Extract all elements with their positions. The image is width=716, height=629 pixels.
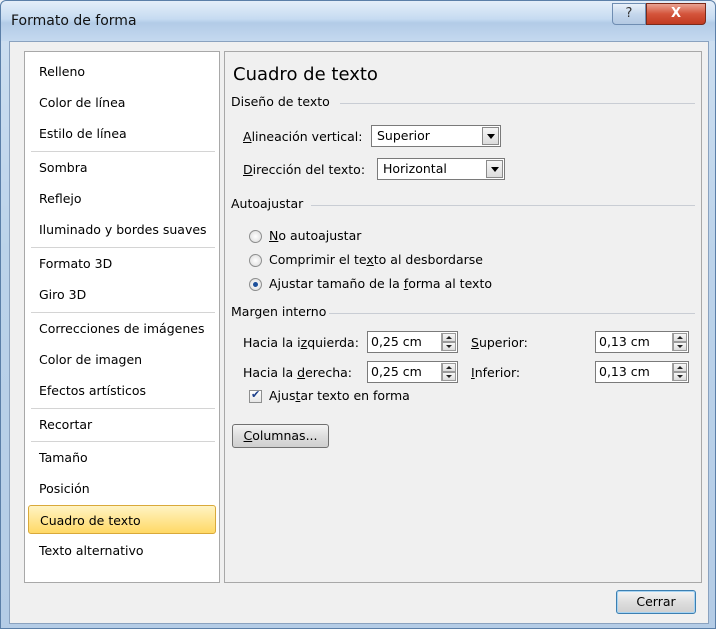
margin-top-label: Superior: (471, 335, 528, 350)
group-divider (329, 313, 695, 314)
chevron-down-icon[interactable] (482, 127, 499, 145)
nav-item-relleno[interactable]: Relleno (28, 57, 216, 86)
nav-item-recortar[interactable]: Recortar (28, 410, 216, 439)
margin-left-label: Hacia la izquierda: (243, 335, 359, 350)
radio-resize-shape[interactable] (249, 278, 262, 291)
radio-no-autofit[interactable] (249, 230, 262, 243)
nav-item-texto-alternativo[interactable]: Texto alternativo (28, 536, 216, 565)
margin-top-stepper[interactable]: 0,13 cm (595, 331, 689, 353)
spin-down-icon[interactable] (442, 342, 456, 351)
dialog-window: Formato de forma ? X Relleno Color de lí… (0, 0, 716, 629)
spin-down-icon[interactable] (673, 342, 687, 351)
wrap-text-label[interactable]: Ajustar texto en forma (269, 388, 410, 403)
radio-shrink-text-label[interactable]: Comprimir el texto al desbordarse (269, 252, 483, 267)
window-title: Formato de forma (11, 13, 137, 29)
nav-separator (31, 441, 215, 442)
nav-item-color-imagen[interactable]: Color de imagen (28, 345, 216, 374)
close-window-button[interactable]: X (646, 3, 706, 25)
radio-shrink-text[interactable] (249, 254, 262, 267)
nav-item-efectos[interactable]: Efectos artísticos (28, 376, 216, 405)
margin-bottom-stepper[interactable]: 0,13 cm (595, 361, 689, 383)
chevron-down-icon[interactable] (486, 160, 503, 178)
spin-down-icon[interactable] (442, 372, 456, 381)
spin-down-icon[interactable] (673, 372, 687, 381)
group-heading-margins: Margen interno (231, 304, 327, 319)
nav-item-formato-3d[interactable]: Formato 3D (28, 249, 216, 278)
group-divider (340, 103, 695, 104)
nav-item-cuadro-texto[interactable]: Cuadro de texto (28, 505, 216, 534)
spin-up-icon[interactable] (673, 333, 687, 342)
columns-button[interactable]: Columnas... (232, 424, 329, 448)
margin-right-stepper[interactable]: 0,25 cm (367, 361, 458, 383)
wrap-text-checkbox[interactable] (249, 388, 262, 403)
spin-up-icon[interactable] (442, 363, 456, 372)
title-bar[interactable]: Formato de forma ? X (1, 1, 715, 41)
nav-item-reflejo[interactable]: Reflejo (28, 184, 216, 213)
group-divider (311, 205, 695, 206)
nav-item-correcciones[interactable]: Correcciones de imágenes (28, 314, 216, 343)
close-button[interactable]: Cerrar (616, 590, 696, 614)
spin-up-icon[interactable] (673, 363, 687, 372)
margin-bottom-label: Inferior: (471, 365, 521, 380)
dialog-body: Relleno Color de línea Estilo de línea S… (9, 41, 709, 624)
group-heading-autofit: Autoajustar (231, 196, 304, 211)
vertical-align-label: Alineación vertical: (243, 129, 363, 144)
margin-right-label: Hacia la derecha: (243, 365, 353, 380)
question-icon: ? (625, 6, 633, 21)
nav-item-giro-3d[interactable]: Giro 3D (28, 280, 216, 309)
nav-item-color-linea[interactable]: Color de línea (28, 88, 216, 117)
settings-panel: Cuadro de texto Diseño de texto Alineaci… (224, 51, 702, 583)
spin-up-icon[interactable] (442, 333, 456, 342)
nav-item-iluminado[interactable]: Iluminado y bordes suaves (28, 215, 216, 244)
vertical-align-select[interactable]: Superior (371, 125, 501, 147)
help-button[interactable]: ? (612, 3, 646, 25)
nav-separator (31, 312, 215, 313)
group-heading-layout: Diseño de texto (231, 94, 330, 109)
nav-separator (31, 247, 215, 248)
category-list: Relleno Color de línea Estilo de línea S… (24, 51, 220, 583)
nav-separator (31, 151, 215, 152)
nav-item-posicion[interactable]: Posición (28, 474, 216, 503)
nav-item-tamano[interactable]: Tamaño (28, 443, 216, 472)
text-direction-select[interactable]: Horizontal (377, 158, 505, 180)
margin-left-stepper[interactable]: 0,25 cm (367, 331, 458, 353)
radio-no-autofit-label[interactable]: No autoajustar (269, 228, 361, 243)
panel-title: Cuadro de texto (233, 64, 378, 85)
nav-item-sombra[interactable]: Sombra (28, 153, 216, 182)
nav-item-estilo-linea[interactable]: Estilo de línea (28, 119, 216, 148)
close-icon: X (670, 6, 682, 21)
text-direction-label: Dirección del texto: (243, 162, 366, 177)
nav-separator (31, 408, 215, 409)
radio-resize-shape-label[interactable]: Ajustar tamaño de la forma al texto (269, 276, 492, 291)
